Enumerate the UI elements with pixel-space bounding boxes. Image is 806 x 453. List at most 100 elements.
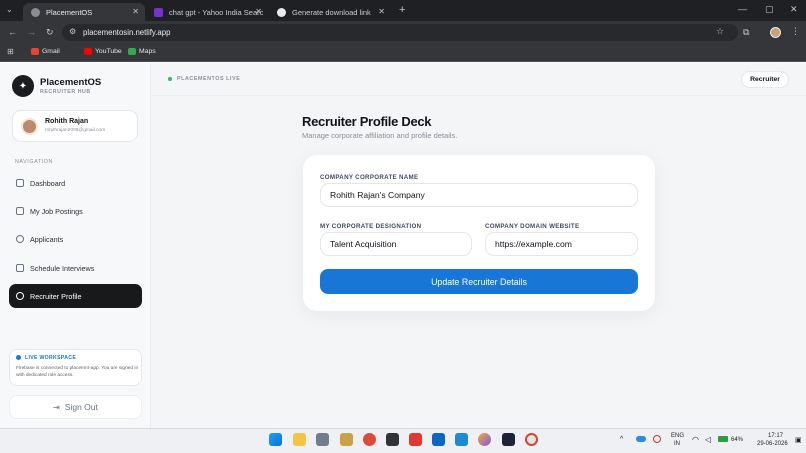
profile-card[interactable]: Rohith Rajan rohithrajan2008@gmail.com [12,110,138,142]
close-tab-icon[interactable]: ✕ [378,7,385,16]
copilot-icon[interactable] [478,433,491,446]
yahoo-favicon-icon [154,7,163,17]
live-status-dot [168,77,172,81]
notifications-icon[interactable]: ▣ [795,436,802,444]
user-avatar [21,118,38,135]
grid-icon [16,179,24,187]
sidebar-item-label: Schedule Interviews [30,263,95,273]
volume-icon[interactable]: ◁ [705,435,711,444]
site-info-icon[interactable]: ⚙ [69,28,76,36]
profile-name: Rohith Rajan [45,118,89,125]
close-tab-icon[interactable]: ✕ [255,7,262,16]
sticky-notes-icon[interactable] [386,433,399,446]
sign-out-button[interactable]: ⇥ Sign Out [9,395,142,419]
sidebar-item-label: Applicants [30,234,64,244]
workspace-text: Firebase is connected to placemnt-app. Y… [16,366,139,378]
tray-overflow-icon[interactable]: ^ [620,436,623,443]
sidebar-item-applicants[interactable]: Applicants [9,227,142,251]
bookmark-youtube[interactable]: YouTube [84,48,122,55]
tab-generate-download[interactable]: Generate download link ✕ [269,3,391,21]
sidebar-item-label: My Job Postings [30,206,83,216]
chrome-taskbar-icon[interactable] [363,433,376,446]
website-label: COMPANY DOMAIN WEBSITE [485,223,580,230]
new-tab-button[interactable]: + [399,5,405,16]
placementos-favicon-icon [31,7,40,17]
header-bar [151,63,806,96]
sidebar-item-label: Dashboard [30,178,66,188]
website-input[interactable] [485,232,638,256]
address-text: placementosin.netlify.app [83,28,171,37]
designation-input[interactable] [320,232,472,256]
wifi-icon[interactable]: ◠ [692,435,699,444]
briefcase-icon [16,207,24,215]
live-status-text: PLACEMENTOS LIVE [177,76,241,82]
chrome-active-taskbar-icon[interactable] [525,433,538,446]
brand-subtitle: RECRUITER HUB [40,89,91,95]
apps-grid-icon[interactable]: ⊞ [7,48,14,56]
back-icon[interactable]: ← [8,28,17,37]
close-tab-icon[interactable]: ✕ [132,7,139,16]
sidebar-item-dashboard[interactable]: Dashboard [9,171,142,195]
calendar-icon [16,264,24,272]
bookmark-label: YouTube [95,48,122,55]
battery-icon[interactable] [718,436,728,442]
page-subtitle: Manage corporate affiliation and profile… [302,131,458,140]
forward-icon[interactable]: → [27,28,36,37]
users-icon [16,235,24,243]
menu-icon[interactable]: ⋮ [791,27,800,36]
bookmark-label: Gmail [42,48,60,55]
browser-tab-strip: ⌄ PlacementOS ✕ chat gpt - Yahoo India S… [0,0,806,21]
tab-search-icon[interactable]: ⌄ [6,6,13,14]
sidebar-item-recruiter-profile[interactable]: Recruiter Profile [9,284,142,308]
designation-label: MY CORPORATE DESIGNATION [320,223,422,230]
bookmark-maps[interactable]: Maps [128,48,156,55]
sparkle-icon: ✦ [18,80,28,92]
os-taskbar [0,428,806,453]
tab-title: Generate download link [292,7,371,17]
battery-percent: 64% [731,437,744,443]
bookmark-gmail[interactable]: Gmail [31,48,60,55]
page-title: Recruiter Profile Deck [302,114,432,129]
security-icon[interactable] [653,435,661,443]
workspace-title: LIVE WORKSPACE [25,355,77,361]
maximize-icon[interactable]: ▢ [765,5,774,14]
tab-yahoo-search[interactable]: chat gpt - Yahoo India Search R ✕ [146,3,268,21]
workspace-status-icon [16,355,21,360]
gmail-icon [31,48,39,55]
vscode-icon[interactable] [455,433,468,446]
notepad-icon[interactable] [316,433,329,446]
wps-office-icon[interactable] [409,433,422,446]
sidebar-item-label: Recruiter Profile [30,291,82,301]
sidebar-item-job-postings[interactable]: My Job Postings [9,199,142,223]
role-badge[interactable]: Recruiter [741,71,789,88]
nav-section-label: NAVIGATION [15,159,53,165]
terminal-icon[interactable] [502,433,515,446]
sign-out-label: Sign Out [64,402,98,412]
language-line2[interactable]: IN [674,441,680,447]
youtube-icon [84,48,92,55]
globe-favicon-icon [277,7,286,17]
address-bar[interactable]: ⚙ placementosin.netlify.app ☆ [62,24,738,41]
tab-placementos[interactable]: PlacementOS ✕ [23,3,145,21]
maps-icon [128,48,136,55]
onedrive-icon[interactable] [636,436,646,442]
minimize-icon[interactable]: — [738,5,747,14]
profile-avatar[interactable] [770,27,781,38]
close-window-icon[interactable]: ✕ [790,5,798,14]
update-details-button[interactable]: Update Recruiter Details [320,269,638,294]
tab-title: PlacementOS [46,7,93,17]
word-app-icon[interactable] [340,433,353,446]
brand-name: PlacementOS [40,77,102,88]
sidebar-item-schedule-interviews[interactable]: Schedule Interviews [9,256,142,280]
clock-date[interactable]: 29-06-2026 [757,441,788,447]
language-line1[interactable]: ENG [671,433,684,439]
company-name-input[interactable] [320,183,638,207]
file-explorer-icon[interactable] [293,433,306,446]
extensions-icon[interactable]: ⧉ [743,28,749,37]
tab-title: chat gpt - Yahoo India Search R [169,7,263,17]
linkedin-icon[interactable] [432,433,445,446]
clock-time[interactable]: 17:17 [768,433,783,439]
windows-start-icon[interactable] [269,433,282,446]
reload-icon[interactable]: ↻ [46,28,54,37]
bookmark-star-icon[interactable]: ☆ [716,27,724,36]
